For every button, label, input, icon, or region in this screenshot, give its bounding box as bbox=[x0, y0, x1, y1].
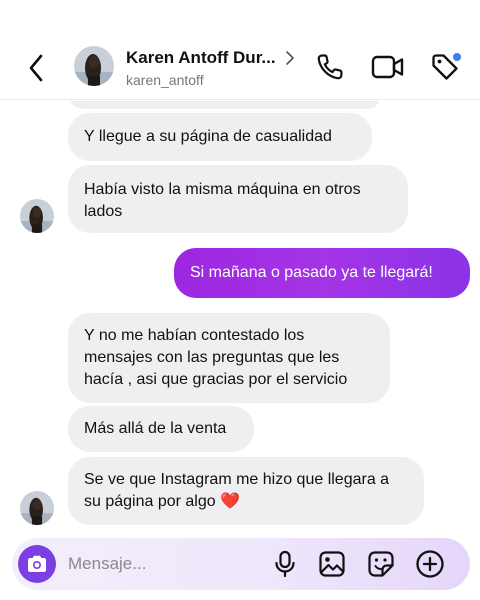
contact-name: Karen Antoff Dur... bbox=[126, 48, 276, 67]
chevron-left-icon bbox=[29, 54, 43, 82]
sticker-icon bbox=[368, 551, 394, 577]
message-bubble-incoming[interactable]: Se ve que Instagram me hizo que llegara … bbox=[68, 457, 424, 525]
heart-emoji: ❤️ bbox=[220, 493, 241, 510]
gallery-button[interactable] bbox=[317, 549, 347, 579]
phone-icon bbox=[317, 54, 343, 80]
video-camera-icon bbox=[371, 55, 404, 79]
image-icon bbox=[319, 551, 345, 577]
message-bubble-outgoing[interactable]: Si mañana o pasado ya te llegará! bbox=[174, 248, 470, 298]
camera-button[interactable] bbox=[18, 545, 56, 583]
chevron-right-icon bbox=[285, 51, 294, 65]
call-button[interactable] bbox=[313, 50, 347, 84]
back-button[interactable] bbox=[22, 48, 50, 88]
add-content-button[interactable] bbox=[415, 549, 445, 579]
message-input[interactable] bbox=[68, 552, 248, 576]
sticker-button[interactable] bbox=[366, 549, 396, 579]
notification-dot bbox=[452, 52, 462, 62]
message-composer bbox=[12, 538, 470, 590]
contact-name-row[interactable]: Karen Antoff Dur... bbox=[126, 48, 296, 68]
contact-avatar[interactable] bbox=[74, 46, 114, 86]
sender-avatar[interactable] bbox=[20, 199, 54, 233]
plus-circle-icon bbox=[416, 550, 444, 578]
message-bubble-incoming[interactable] bbox=[68, 101, 382, 109]
voice-message-button[interactable] bbox=[270, 549, 300, 579]
message-bubble-incoming[interactable]: Y llegue a su página de casualidad bbox=[68, 113, 372, 161]
video-call-button[interactable] bbox=[371, 50, 405, 84]
contact-username: karen_antoff bbox=[126, 72, 204, 88]
chat-header: Karen Antoff Dur... karen_antoff bbox=[0, 0, 480, 100]
message-bubble-incoming[interactable]: Y no me habían contestado los mensajes c… bbox=[68, 313, 390, 403]
message-bubble-incoming[interactable]: Había visto la misma máquina en otros la… bbox=[68, 165, 408, 233]
message-bubble-incoming[interactable]: Más allá de la venta bbox=[68, 406, 254, 452]
camera-icon bbox=[28, 555, 46, 572]
microphone-icon bbox=[275, 550, 295, 578]
message-thread[interactable]: Y llegue a su página de casualidad Había… bbox=[0, 101, 480, 531]
tag-button[interactable] bbox=[428, 50, 462, 84]
sender-avatar[interactable] bbox=[20, 491, 54, 525]
